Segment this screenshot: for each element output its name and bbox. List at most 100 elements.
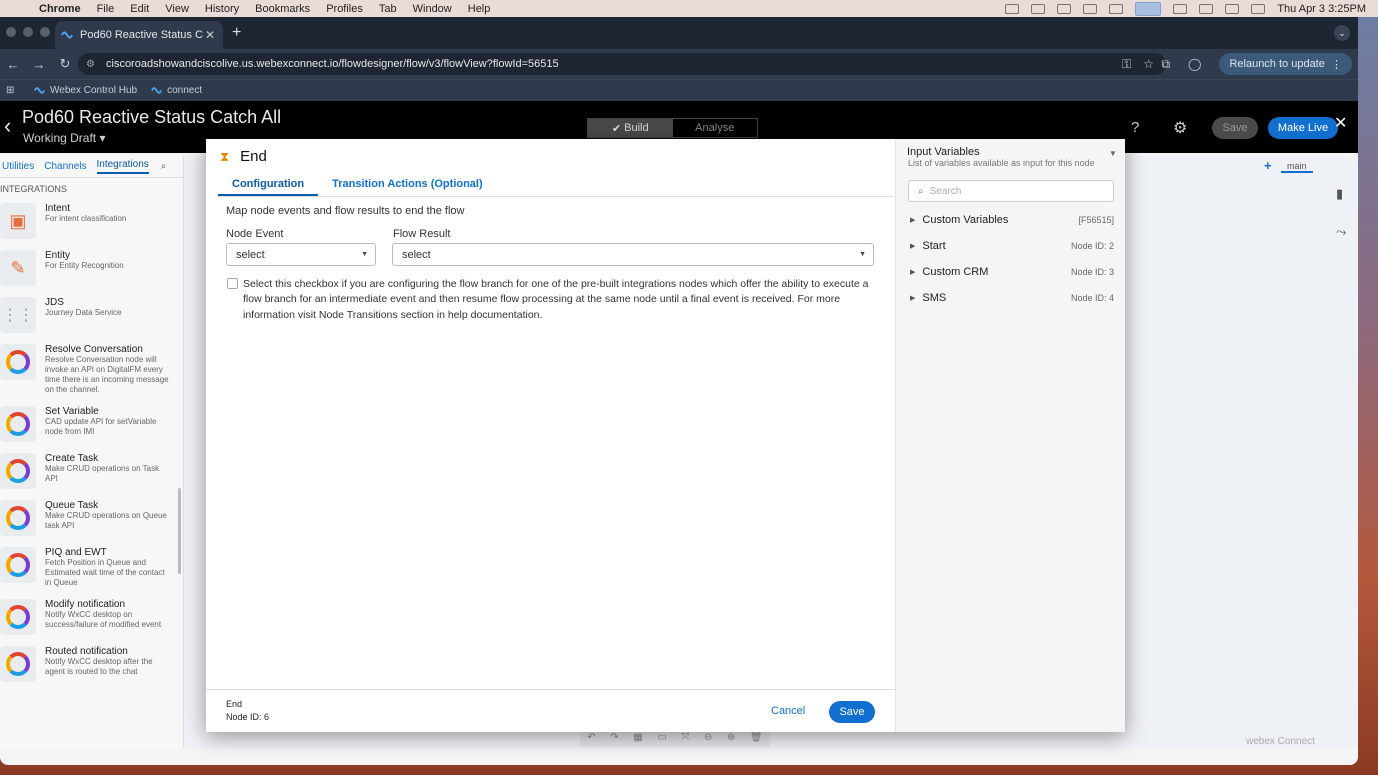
tab-search-icon[interactable]: ⌄ <box>1334 25 1350 41</box>
password-key-icon[interactable]: ⚿ <box>1122 57 1131 72</box>
address-bar[interactable]: ⚙ ciscoroadshowandciscolive.us.webexconn… <box>78 53 1166 75</box>
variable-group-custom-variables[interactable]: ▶ Custom Variables [F56515] <box>910 212 1114 228</box>
collapse-panel-icon[interactable]: ▼ <box>1109 149 1117 158</box>
site-info-icon[interactable]: ⚙ <box>86 59 98 70</box>
tab-configuration[interactable]: Configuration <box>218 173 319 196</box>
palette-scrollbar[interactable] <box>178 488 181 574</box>
palette-item-set-variable[interactable]: Set Variable CAD update API for setVariab… <box>0 401 183 442</box>
window-controls <box>6 27 50 37</box>
status-icon[interactable] <box>1057 3 1072 14</box>
menu-help[interactable]: Help <box>468 3 491 15</box>
search-icon[interactable]: ⌕ <box>161 161 167 172</box>
menu-app[interactable]: Chrome <box>39 3 81 15</box>
menu-edit[interactable]: Edit <box>130 3 149 15</box>
layout-icon[interactable]: ▦ <box>633 732 642 743</box>
menu-file[interactable]: File <box>97 3 115 15</box>
palette-section-header: INTEGRATIONS ◀ <box>0 178 193 198</box>
expand-icon: ▶ <box>910 269 916 276</box>
reload-icon[interactable]: ↻ <box>52 56 78 72</box>
minimize-window-button[interactable] <box>23 27 33 37</box>
zoom-in-icon[interactable]: ⊕ <box>727 732 735 743</box>
tab-integrations[interactable]: Integrations <box>96 159 149 174</box>
palette-item-intent[interactable]: ▣ Intent For intent classification <box>0 198 183 239</box>
bookmark-connect[interactable]: connect <box>151 85 202 96</box>
url-text[interactable]: ciscoroadshowandciscolive.us.webexconnec… <box>106 58 1122 70</box>
cloud-icon[interactable] <box>1083 3 1098 14</box>
close-window-button[interactable] <box>6 27 16 37</box>
clock-icon[interactable] <box>1173 3 1188 14</box>
relaunch-button[interactable]: Relaunch to update ⋮ <box>1219 53 1352 75</box>
save-button[interactable]: Save <box>829 701 875 723</box>
bookmark-webex-control-hub[interactable]: Webex Control Hub <box>34 85 137 96</box>
gear-icon[interactable]: ⚙ <box>1173 118 1187 138</box>
help-icon[interactable]: ? <box>1131 119 1139 136</box>
variable-group-start[interactable]: ▶ Start Node ID: 2 <box>910 238 1114 254</box>
wifi-icon[interactable] <box>1225 3 1240 14</box>
back-chevron-icon[interactable]: ‹ <box>4 113 11 139</box>
undo-icon[interactable]: ↶ <box>587 732 595 743</box>
palette-list: ▣ Intent For intent classification ✎ Enti… <box>0 198 183 746</box>
menu-bookmarks[interactable]: Bookmarks <box>255 3 310 15</box>
flow-result-select[interactable]: select ▼ <box>392 243 874 266</box>
palette-item-modify-notification[interactable]: Modify notification Notify WxCC desktop o… <box>0 594 183 635</box>
flow-result-value: select <box>402 248 431 261</box>
palette-item-create-task[interactable]: Create Task Make CRUD operations on Task … <box>0 448 183 489</box>
tab-analyse[interactable]: Analyse <box>673 119 758 137</box>
bookmark-label: Webex Control Hub <box>50 85 138 96</box>
menu-view[interactable]: View <box>165 3 189 15</box>
status-icon[interactable] <box>1109 3 1124 14</box>
redo-icon[interactable]: ↷ <box>610 732 618 743</box>
status-icon[interactable] <box>1005 3 1020 14</box>
palette-item-resolve-conversation[interactable]: Resolve Conversation Resolve Conversation… <box>0 339 183 395</box>
minimap-icon[interactable]: ▭ <box>657 732 666 743</box>
notes-icon[interactable]: ▮ <box>1336 186 1343 202</box>
fit-icon[interactable]: ⤧ <box>681 732 689 743</box>
intermediate-event-checkbox[interactable] <box>227 278 238 289</box>
variable-group-sms[interactable]: ▶ SMS Node ID: 4 <box>910 290 1114 306</box>
extensions-icon[interactable]: ⧉ <box>1161 57 1170 72</box>
item-desc: For Entity Recognition <box>45 261 124 270</box>
variables-search-input[interactable]: ⌕ Search <box>908 180 1114 202</box>
palette-item-jds[interactable]: ⋮⋮ JDS Journey Data Service <box>0 292 183 333</box>
palette-item-routed-notification[interactable]: Routed notification Notify WxCC desktop a… <box>0 641 183 682</box>
palette-item-queue-task[interactable]: Queue Task Make CRUD operations on Queue … <box>0 495 183 536</box>
add-branch-icon[interactable]: + <box>1264 158 1272 173</box>
make-live-button[interactable]: Make Live <box>1268 117 1338 139</box>
share-icon[interactable]: ⤳ <box>1336 224 1346 240</box>
delete-icon[interactable]: 🗑 <box>750 732 763 743</box>
menubar-clock[interactable]: Thu Apr 3 3:25PM <box>1277 3 1366 15</box>
menu-tab[interactable]: Tab <box>379 3 397 15</box>
palette-item-entity[interactable]: ✎ Entity For Entity Recognition <box>0 245 183 286</box>
bookmark-star-icon[interactable]: ☆ <box>1143 57 1154 71</box>
apps-grid-icon[interactable]: ⊞ <box>6 85 18 96</box>
node-palette: Utilities Channels Integrations ⌕ INTEGR… <box>0 156 193 748</box>
header-save-button[interactable]: Save <box>1212 117 1258 139</box>
tab-transition-actions[interactable]: Transition Actions (Optional) <box>318 173 497 196</box>
browser-tab[interactable]: Pod60 Reactive Status Catch ✕ <box>55 21 223 49</box>
new-tab-button[interactable]: + <box>232 24 241 42</box>
tab-build[interactable]: ✔ Build <box>588 119 673 137</box>
tab-utilities[interactable]: Utilities <box>2 161 34 172</box>
forward-icon[interactable]: → <box>26 57 52 72</box>
branch-tab-main[interactable]: main <box>1281 161 1313 173</box>
back-icon[interactable]: ← <box>0 57 26 72</box>
node-event-select[interactable]: select ▼ <box>226 243 376 266</box>
menu-profiles[interactable]: Profiles <box>326 3 363 15</box>
menu-history[interactable]: History <box>205 3 239 15</box>
close-modal-icon[interactable]: ✕ <box>1334 113 1347 133</box>
tab-channels[interactable]: Channels <box>44 161 86 172</box>
cancel-button[interactable]: Cancel <box>771 705 805 717</box>
battery-icon[interactable] <box>1199 3 1214 14</box>
variable-group-name: Start <box>922 240 946 252</box>
zoom-out-icon[interactable]: ⊖ <box>704 732 712 743</box>
variable-group-custom-crm[interactable]: ▶ Custom CRM Node ID: 3 <box>910 264 1114 280</box>
status-icon[interactable] <box>1031 3 1046 14</box>
screen-share-icon[interactable] <box>1135 1 1162 16</box>
palette-item-piq-ewt[interactable]: PIQ and EWT Fetch Position in Queue and E… <box>0 542 183 588</box>
profile-icon[interactable]: ◯ <box>1188 57 1201 71</box>
zoom-window-button[interactable] <box>40 27 50 37</box>
search-icon[interactable] <box>1251 3 1266 14</box>
close-tab-icon[interactable]: ✕ <box>203 28 217 42</box>
menu-window[interactable]: Window <box>413 3 452 15</box>
draft-dropdown[interactable]: Working Draft ▾ <box>23 131 106 145</box>
